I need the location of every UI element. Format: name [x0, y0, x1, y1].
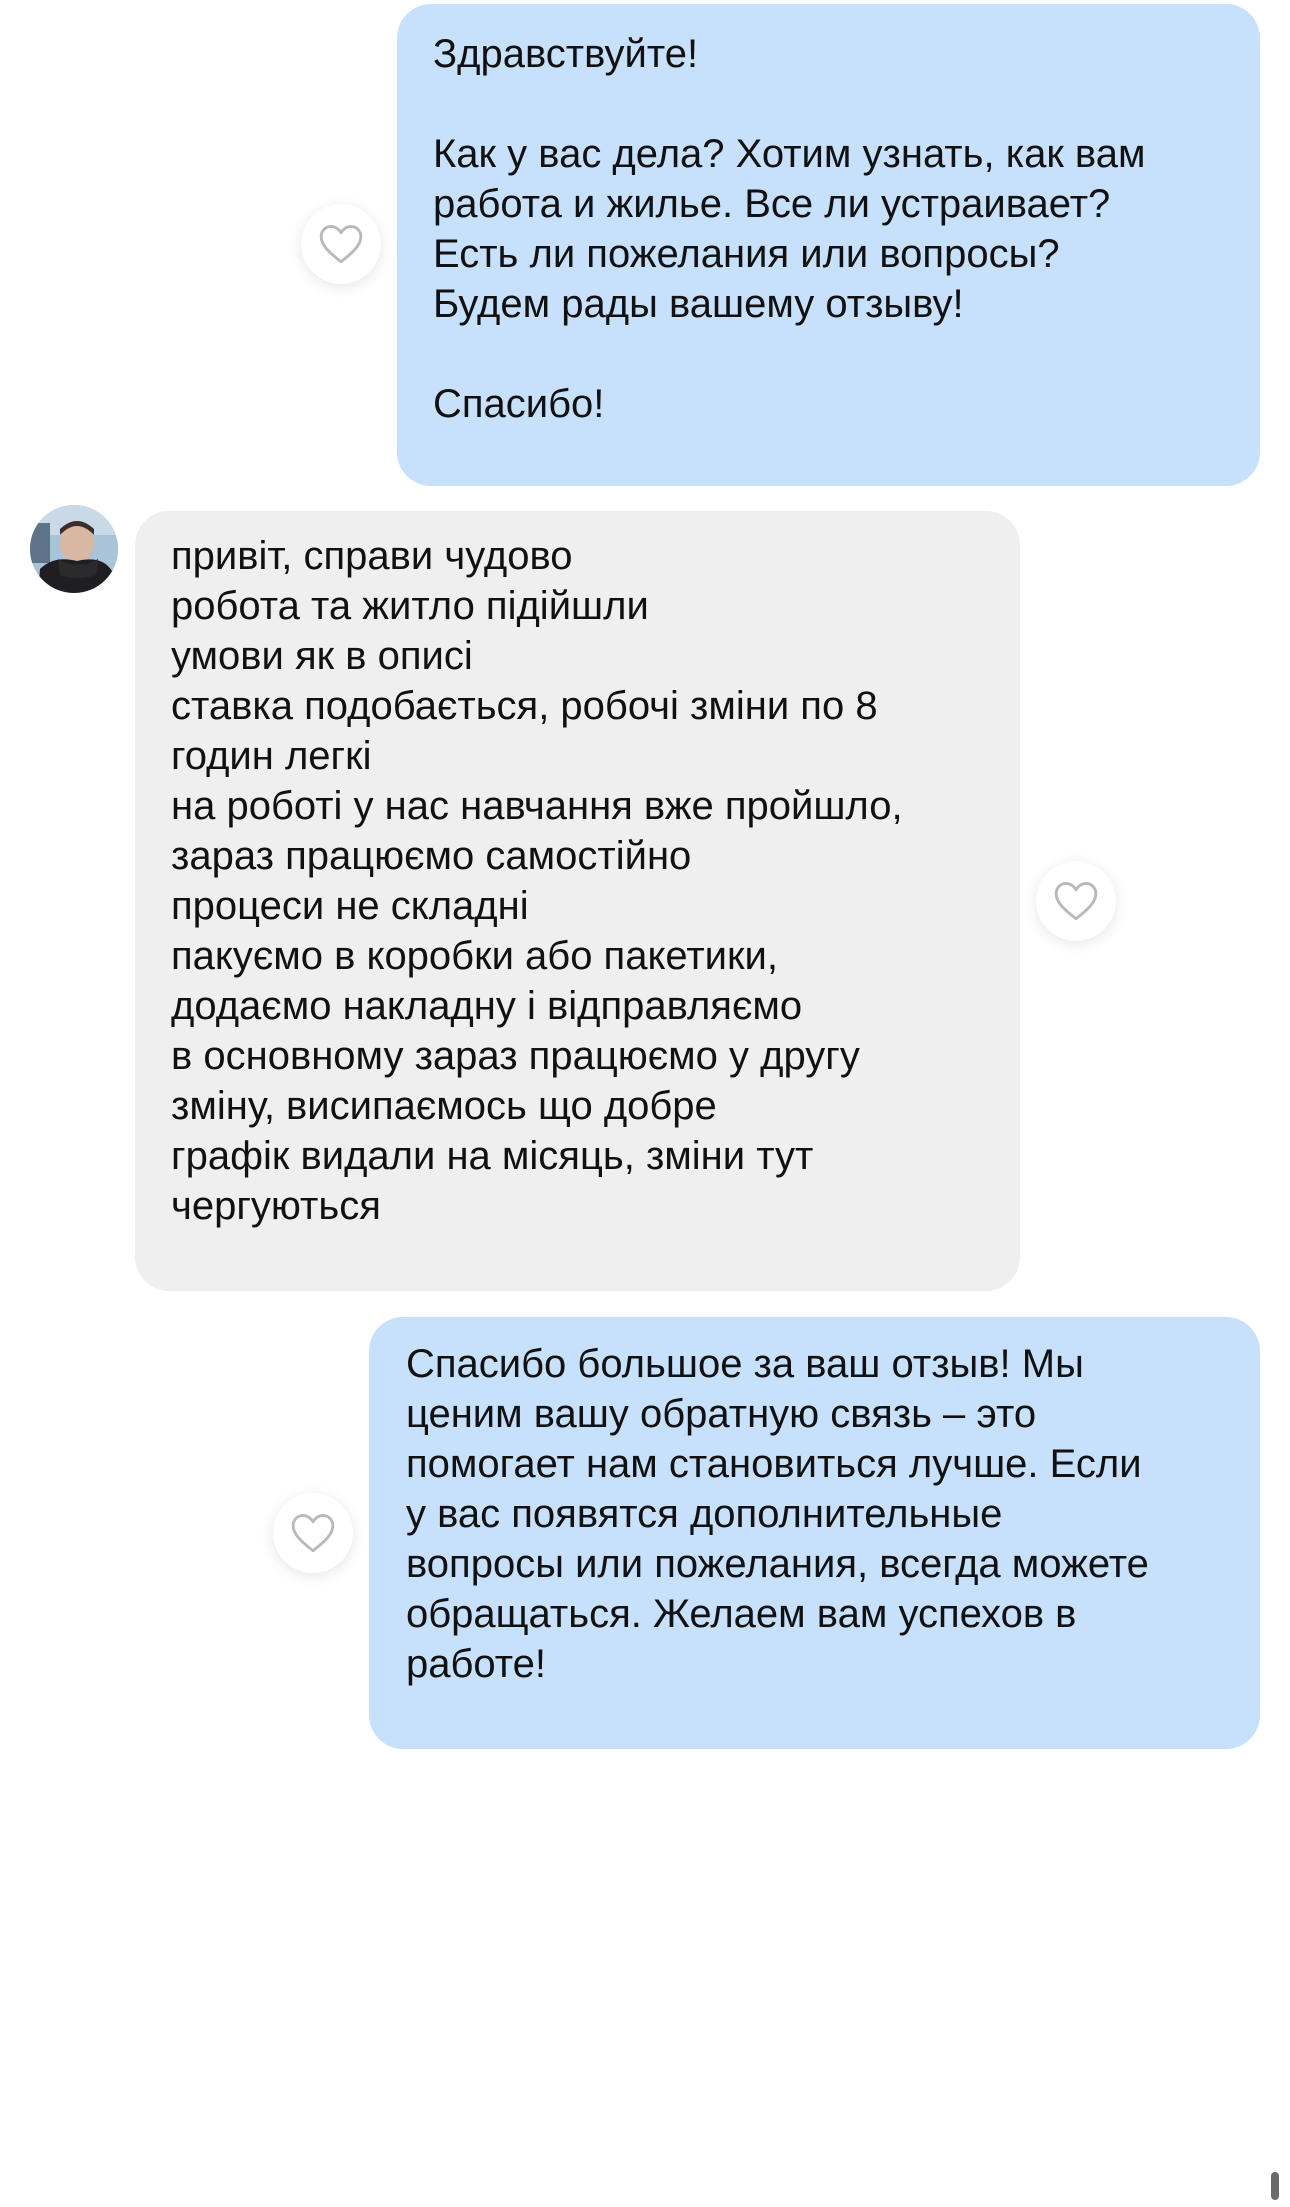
incoming-message-bubble[interactable]: привіт, справи чудово робота та житло пі…	[135, 511, 1020, 1291]
outgoing-message-bubble[interactable]: Здравствуйте! Как у вас дела? Хотим узна…	[397, 4, 1260, 486]
like-button[interactable]	[273, 1493, 353, 1573]
heart-outline-icon	[291, 1514, 335, 1553]
heart-outline-icon	[319, 225, 363, 264]
like-button[interactable]	[301, 204, 381, 284]
message-text: привіт, справи чудово робота та житло пі…	[171, 534, 903, 1228]
message-text: Здравствуйте! Как у вас дела? Хотим узна…	[433, 32, 1146, 426]
user-avatar[interactable]	[30, 505, 118, 593]
heart-outline-icon	[1054, 882, 1098, 921]
scrollbar-thumb[interactable]	[1271, 2172, 1279, 2200]
message-text: Спасибо большое за ваш отзыв! Мы ценим в…	[406, 1342, 1149, 1686]
avatar-photo	[30, 505, 118, 593]
like-button[interactable]	[1036, 861, 1116, 941]
outgoing-message-bubble[interactable]: Спасибо большое за ваш отзыв! Мы ценим в…	[369, 1317, 1260, 1749]
